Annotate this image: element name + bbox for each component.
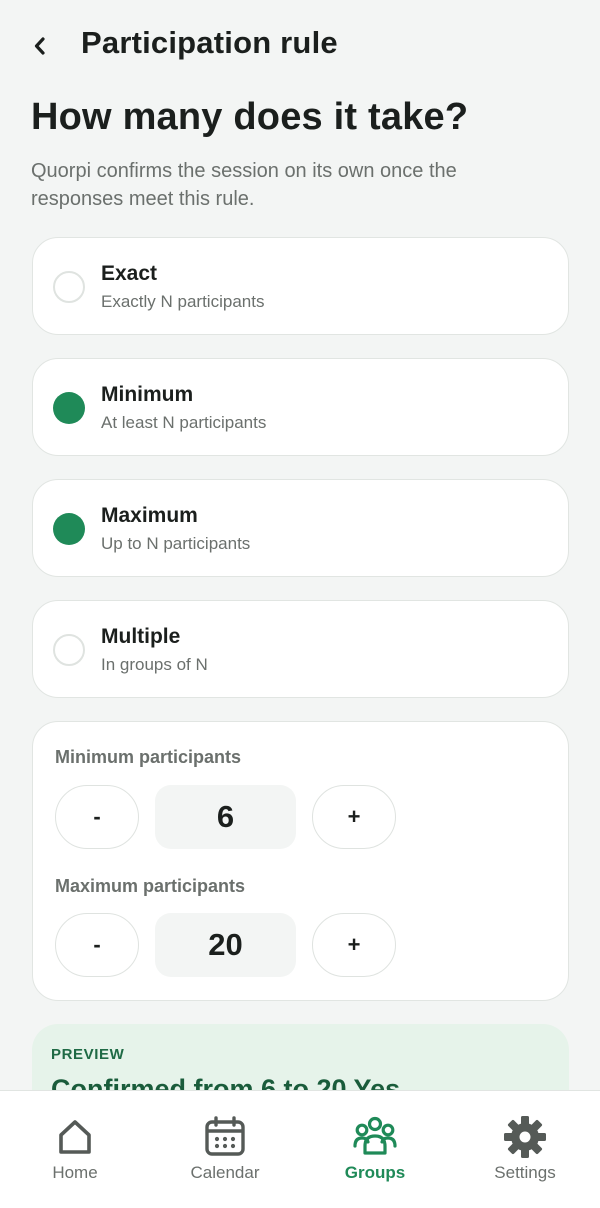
option-multiple[interactable]: Multiple In groups of N xyxy=(32,600,569,698)
min-participants-label: Minimum participants xyxy=(55,747,242,767)
max-decrement-button[interactable]: - xyxy=(55,913,139,977)
nav-item-home[interactable]: Home xyxy=(0,1091,150,1208)
radio-multiple[interactable] xyxy=(53,634,85,666)
participant-counters: Minimum participants - 6 + Maximum parti… xyxy=(32,721,569,1001)
option-title: Minimum xyxy=(101,383,194,406)
option-exact[interactable]: Exact Exactly N participants xyxy=(32,237,569,335)
nav-item-groups[interactable]: Groups xyxy=(300,1091,450,1208)
section-description: Quorpi confirms the session on its own o… xyxy=(31,160,457,210)
calendar-icon xyxy=(205,1116,245,1156)
option-title: Multiple xyxy=(101,625,181,648)
nav-label-settings: Settings xyxy=(494,1163,556,1182)
max-participants-label: Maximum participants xyxy=(55,876,246,896)
header: Participation rule xyxy=(0,0,600,90)
nav-label-calendar: Calendar xyxy=(190,1163,260,1182)
back-button[interactable] xyxy=(26,28,54,64)
option-title: Maximum xyxy=(101,504,198,527)
page-title: Participation rule xyxy=(81,25,338,60)
nav-label-home: Home xyxy=(52,1163,98,1182)
min-increment-button[interactable]: + xyxy=(312,785,396,849)
option-title: Exact xyxy=(101,262,158,285)
radio-minimum[interactable] xyxy=(53,392,85,424)
nav-label-groups: Groups xyxy=(344,1163,406,1182)
home-icon xyxy=(59,1120,91,1154)
option-subtitle: At least N participants xyxy=(101,413,267,432)
max-participants-value: 20 xyxy=(155,913,296,977)
max-increment-button[interactable]: + xyxy=(312,913,396,977)
option-minimum[interactable]: Minimum At least N participants xyxy=(32,358,569,456)
option-maximum[interactable]: Maximum Up to N participants xyxy=(32,479,569,577)
nav-item-calendar[interactable]: Calendar xyxy=(150,1091,300,1208)
nav-item-settings[interactable]: Settings xyxy=(450,1091,600,1208)
bottom-nav: Home Calendar Groups Settings xyxy=(0,1090,600,1208)
radio-maximum[interactable] xyxy=(53,513,85,545)
min-participants-value: 6 xyxy=(155,785,296,849)
min-decrement-button[interactable]: - xyxy=(55,785,139,849)
radio-exact[interactable] xyxy=(53,271,85,303)
chevron-left-icon xyxy=(34,37,45,55)
section-heading: How many does it take? xyxy=(31,96,469,138)
option-subtitle: In groups of N xyxy=(101,655,208,674)
gear-icon xyxy=(504,1116,546,1158)
preview-label: PREVIEW xyxy=(51,1046,125,1063)
option-subtitle: Exactly N participants xyxy=(101,292,265,311)
option-subtitle: Up to N participants xyxy=(101,534,251,553)
groups-icon xyxy=(353,1116,397,1155)
